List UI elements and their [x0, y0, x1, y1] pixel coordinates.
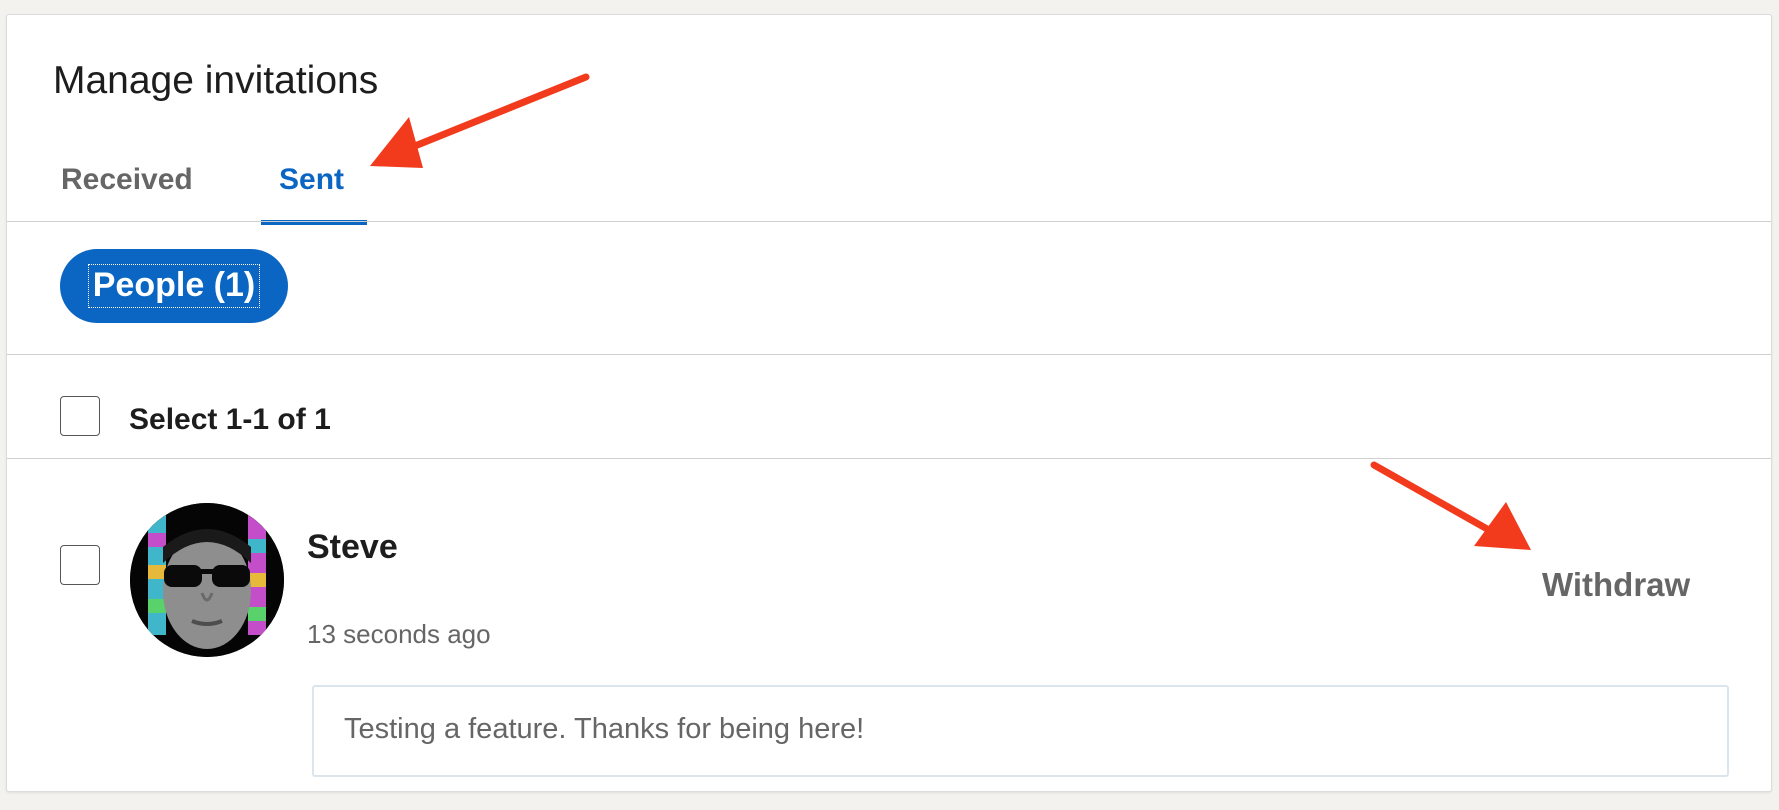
- tab-received[interactable]: Received: [61, 165, 193, 195]
- tab-sent[interactable]: Sent: [279, 165, 344, 195]
- select-all-checkbox[interactable]: [60, 396, 100, 436]
- selection-divider: [7, 458, 1771, 459]
- people-filter-label: People (1): [87, 264, 261, 308]
- manage-invitations-card: Manage invitations Received Sent People …: [6, 14, 1772, 792]
- avatar[interactable]: [130, 503, 284, 657]
- invitee-name[interactable]: Steve: [307, 530, 398, 564]
- invitation-checkbox[interactable]: [60, 545, 100, 585]
- avatar-photo: [130, 503, 284, 657]
- tabs-divider: [7, 221, 1771, 222]
- page-title: Manage invitations: [53, 59, 379, 102]
- invitation-message-text: Testing a feature. Thanks for being here…: [344, 713, 865, 745]
- select-all-label: Select 1-1 of 1: [129, 403, 331, 436]
- withdraw-button[interactable]: Withdraw: [1542, 568, 1690, 601]
- people-filter-pill[interactable]: People (1): [60, 249, 288, 323]
- filter-divider: [7, 354, 1771, 355]
- invitation-message: Testing a feature. Thanks for being here…: [312, 685, 1729, 777]
- invitation-timestamp: 13 seconds ago: [307, 619, 491, 649]
